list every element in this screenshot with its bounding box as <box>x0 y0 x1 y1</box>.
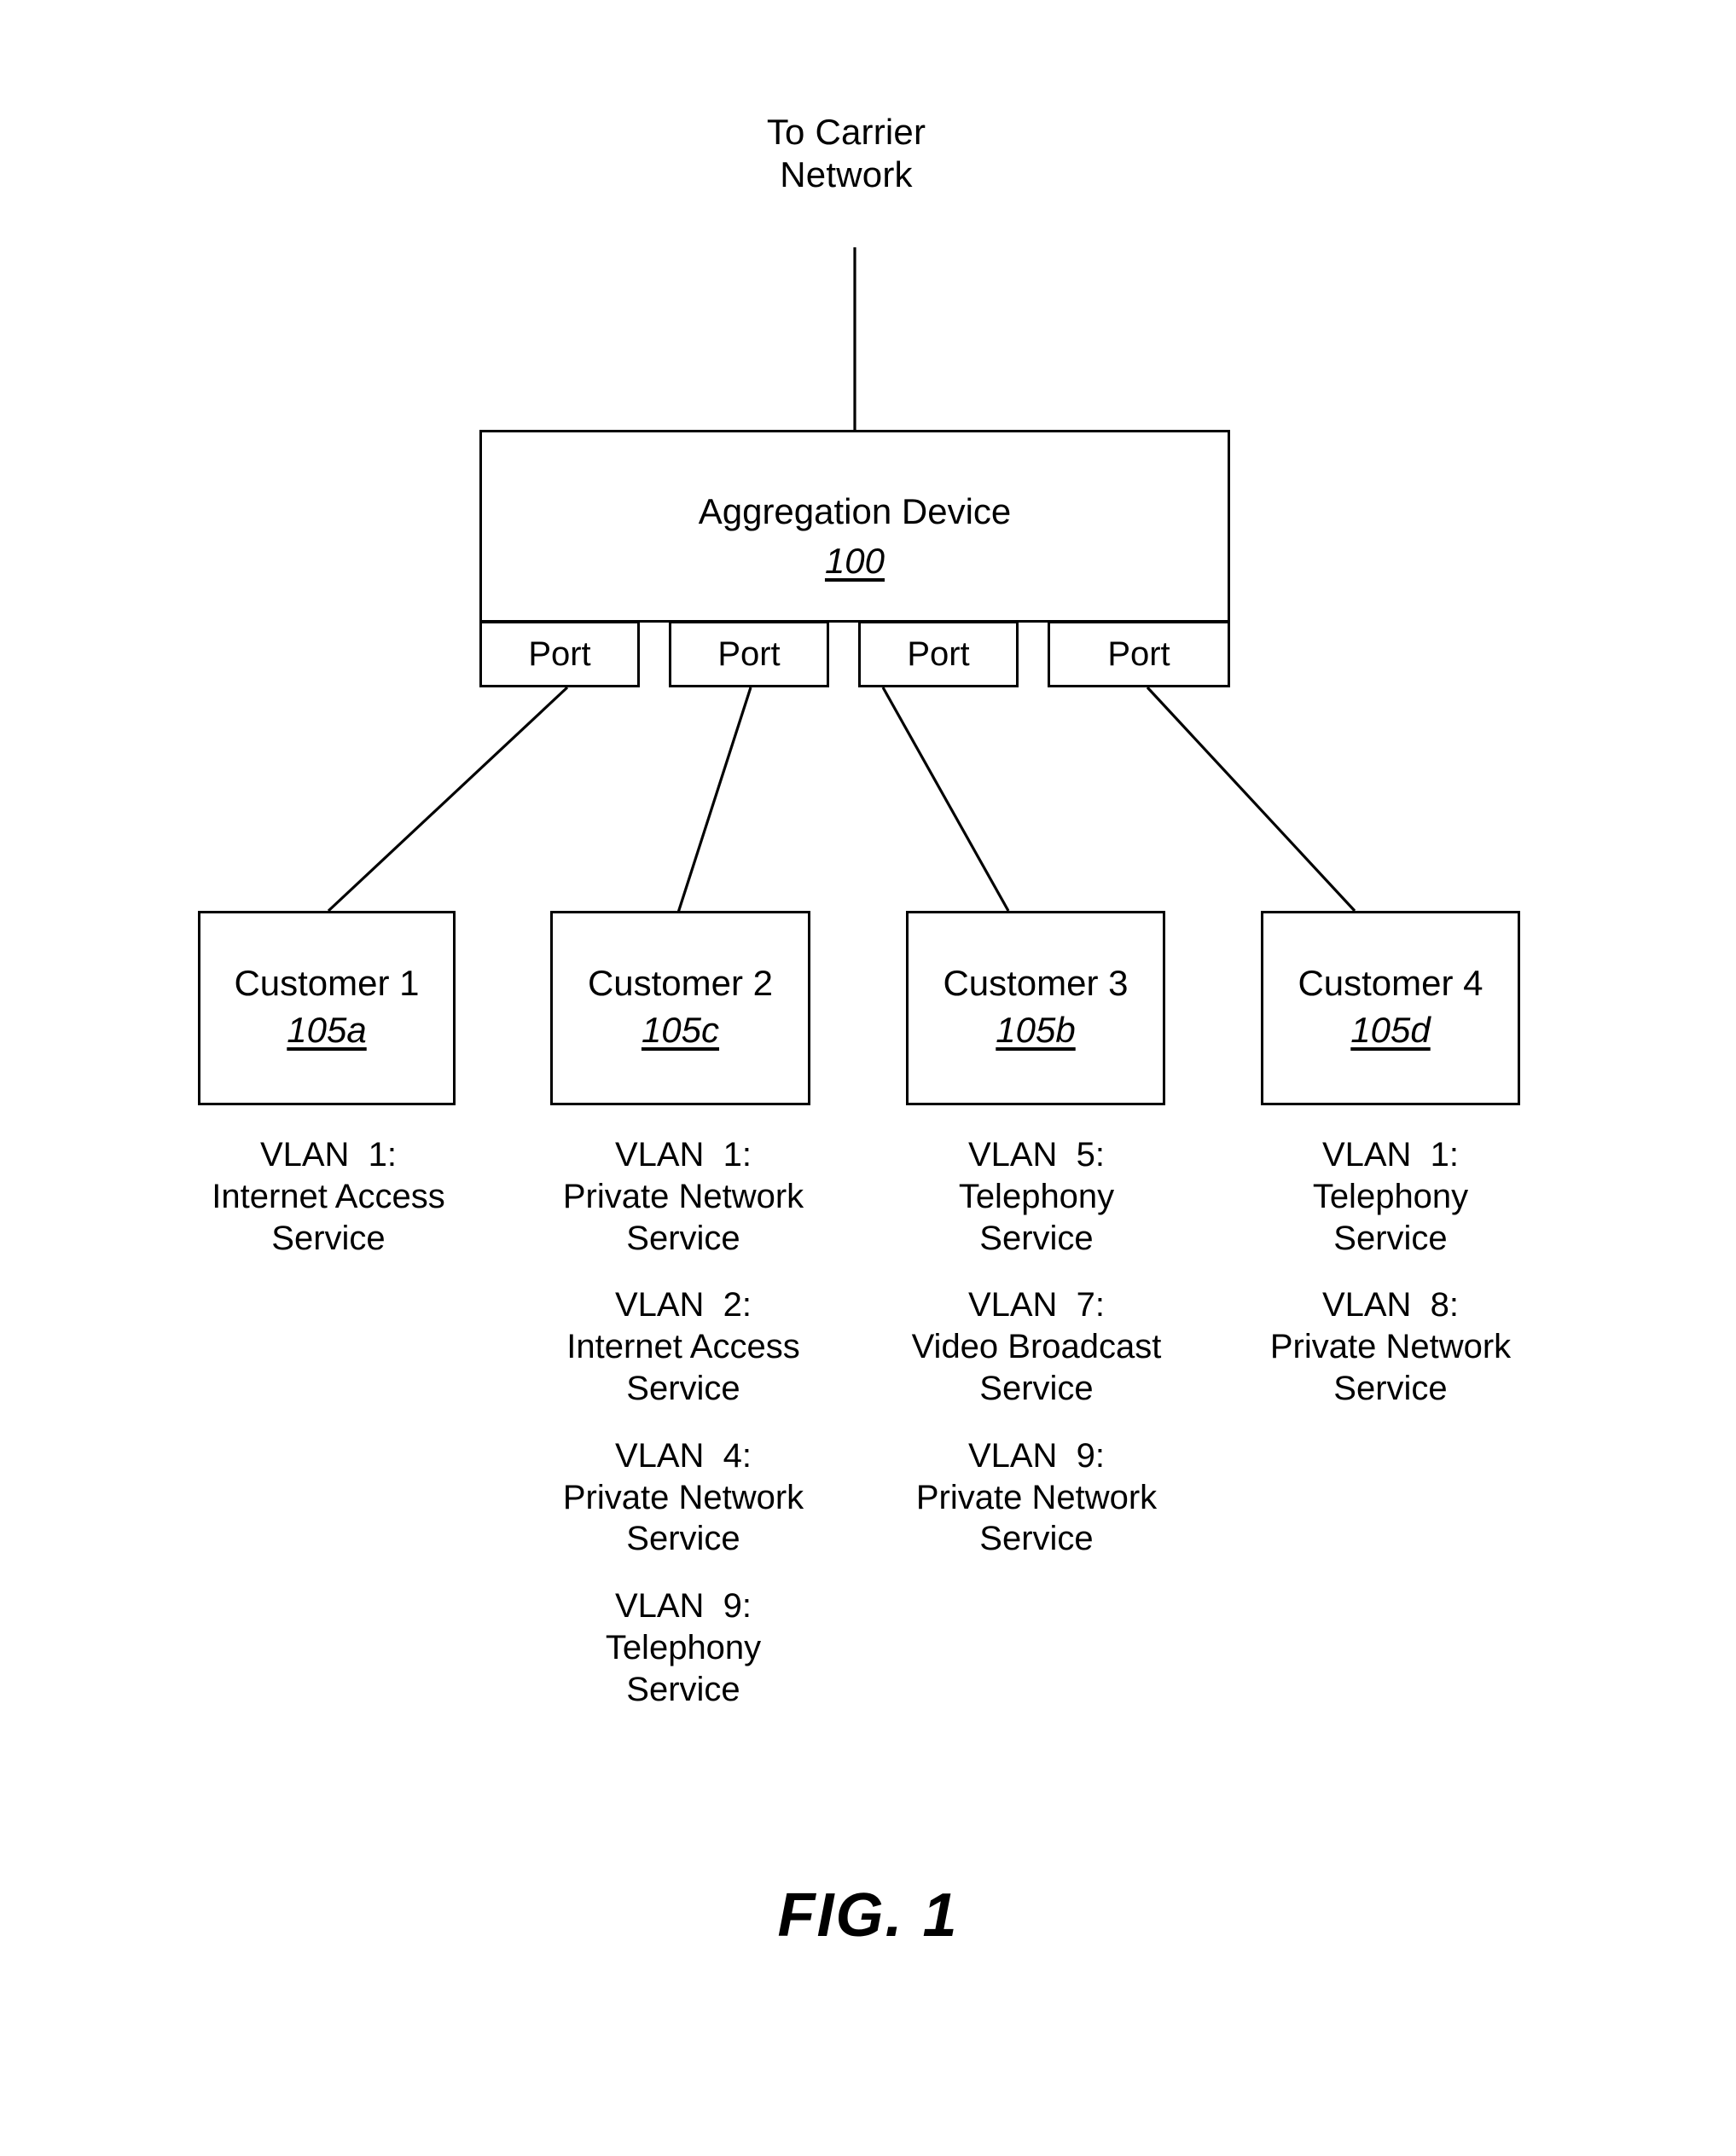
customer-4-name: Customer 4 <box>1298 962 1483 1003</box>
customer-3-box: Customer 3 105b <box>906 911 1165 1105</box>
vlan-entry: VLAN 9: Private Network Service <box>853 1435 1220 1560</box>
vlan-entry: VLAN 5: Telephony Service <box>853 1134 1220 1259</box>
vlan-entry: VLAN 7: Video Broadcast Service <box>853 1284 1220 1409</box>
vlan-service: Telephony Service <box>1312 1177 1469 1257</box>
customer-1-name: Customer 1 <box>234 962 420 1003</box>
vlan-service: Private Network Service <box>562 1177 804 1257</box>
vlan-entry: VLAN 4: Private Network Service <box>500 1435 867 1560</box>
port3-to-customer3-line <box>881 687 1010 912</box>
port-4-label: Port <box>1107 635 1170 673</box>
vlan-service: Internet Access Service <box>212 1177 445 1257</box>
customer-3-reference-numeral: 105b <box>996 1009 1076 1050</box>
vlan-service: Private Network Service <box>1269 1328 1512 1407</box>
vlan-id: VLAN 9: <box>614 1587 752 1626</box>
customer-1-vlan-list: VLAN 1: Internet Access Service <box>145 1134 512 1259</box>
vlan-entry: VLAN 9: Telephony Service <box>500 1585 867 1710</box>
customer-1-reference-numeral: 105a <box>287 1009 367 1050</box>
port2-to-customer2-line <box>676 687 752 913</box>
vlan-entry: VLAN 1: Telephony Service <box>1207 1134 1574 1259</box>
customer-4-reference-numeral: 105d <box>1350 1009 1431 1050</box>
customer-3-vlan-list: VLAN 5: Telephony Service VLAN 7: Video … <box>853 1134 1220 1560</box>
port1-to-customer1-line <box>327 686 569 913</box>
port-2[interactable]: Port <box>669 621 829 687</box>
vlan-entry: VLAN 1: Private Network Service <box>500 1134 867 1259</box>
vlan-service: Private Network Service <box>915 1478 1158 1558</box>
port-1[interactable]: Port <box>479 621 640 687</box>
vlan-id: VLAN 1: <box>614 1136 752 1174</box>
port-2-label: Port <box>717 635 781 673</box>
customer-1-box: Customer 1 105a <box>198 911 456 1105</box>
vlan-id: VLAN 1: <box>259 1136 398 1174</box>
customer-4-vlan-list: VLAN 1: Telephony Service VLAN 8: Privat… <box>1207 1134 1574 1410</box>
port-4[interactable]: Port <box>1048 621 1230 687</box>
port-1-label: Port <box>528 635 591 673</box>
carrier-network-label: To Carrier Network <box>766 112 926 194</box>
vlan-id: VLAN 8: <box>1321 1286 1460 1324</box>
port-3[interactable]: Port <box>858 621 1019 687</box>
vlan-service: Video Broadcast Service <box>911 1328 1162 1407</box>
vlan-entry: VLAN 1: Internet Access Service <box>145 1134 512 1259</box>
figure-caption: FIG. 1 <box>777 1881 959 1950</box>
vlan-entry: VLAN 2: Internet Access Service <box>500 1284 867 1409</box>
customer-2-box: Customer 2 105c <box>550 911 810 1105</box>
vlan-id: VLAN 1: <box>1321 1136 1460 1174</box>
vlan-id: VLAN 2: <box>614 1286 752 1324</box>
patent-figure: To Carrier Network Aggregation Device 10… <box>0 0 1736 2156</box>
customer-3-name: Customer 3 <box>943 962 1129 1003</box>
customer-2-name: Customer 2 <box>587 962 774 1003</box>
customer-2-vlan-list: VLAN 1: Private Network Service VLAN 2: … <box>500 1134 867 1711</box>
vlan-entry: VLAN 8: Private Network Service <box>1207 1284 1574 1409</box>
port4-to-customer4-line <box>1146 686 1356 913</box>
customer-4-box: Customer 4 105d <box>1261 911 1520 1105</box>
aggregation-device-title: Aggregation Device <box>698 491 1012 531</box>
aggregation-device-reference-numeral: 100 <box>824 541 885 582</box>
vlan-id: VLAN 5: <box>967 1136 1106 1174</box>
vlan-service: Private Network Service <box>562 1478 804 1558</box>
aggregation-device-box: Aggregation Device 100 <box>479 430 1230 623</box>
vlan-id: VLAN 4: <box>614 1436 752 1475</box>
vlan-service: Internet Access Service <box>566 1328 800 1407</box>
vlan-service: Telephony Service <box>958 1177 1115 1257</box>
port-3-label: Port <box>907 635 970 673</box>
customer-2-reference-numeral: 105c <box>641 1009 720 1050</box>
vlan-id: VLAN 7: <box>967 1286 1106 1324</box>
vlan-service: Telephony Service <box>605 1628 762 1708</box>
vlan-id: VLAN 9: <box>967 1436 1106 1475</box>
